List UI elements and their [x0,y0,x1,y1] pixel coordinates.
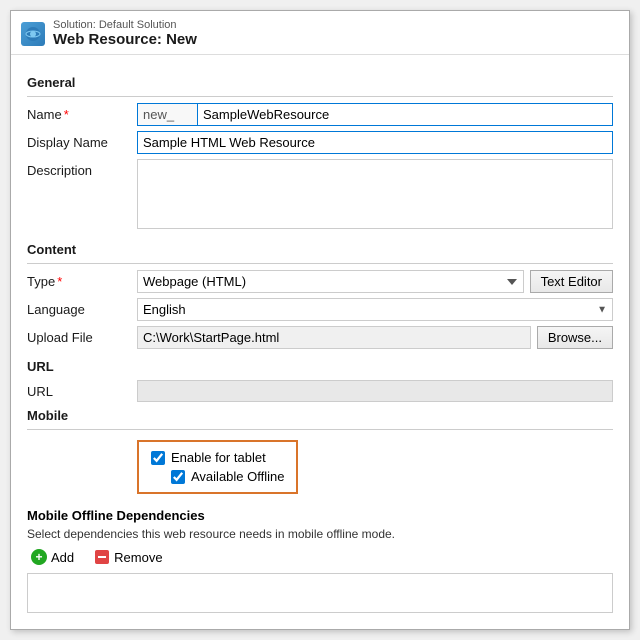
name-row: Name* [27,103,613,126]
remove-dependency-button[interactable]: Remove [90,547,166,567]
upload-file-label: Upload File [27,326,137,345]
main-window: Solution: Default Solution Web Resource:… [10,10,630,630]
url-display [137,380,613,402]
name-field-group [137,103,613,126]
available-offline-label: Available Offline [191,469,284,484]
solution-icon [21,22,45,46]
display-name-label: Display Name [27,131,137,150]
mobile-divider [27,429,613,430]
mobile-checkboxes-box: Enable for tablet Available Offline [137,440,298,494]
header-text: Solution: Default Solution Web Resource:… [53,19,197,48]
display-name-row: Display Name [27,131,613,154]
page-title: Web Resource: New [53,31,197,48]
mobile-deps-header: Mobile Offline Dependencies [27,508,613,523]
url-field [137,380,613,402]
url-row: URL [27,380,613,402]
general-section-header: General [27,75,613,90]
browse-button[interactable]: Browse... [537,326,613,349]
description-row: Description [27,159,613,232]
url-label: URL [27,380,137,399]
window-header: Solution: Default Solution Web Resource:… [11,11,629,55]
type-label: Type* [27,270,137,289]
language-field: English ▼ [137,298,613,321]
available-offline-row: Available Offline [171,469,284,484]
name-value-input[interactable] [197,103,613,126]
language-label: Language [27,298,137,317]
content-section-header: Content [27,242,613,257]
text-editor-button[interactable]: Text Editor [530,270,613,293]
type-field: Webpage (HTML) Text Editor [137,270,613,293]
type-row: Type* Webpage (HTML) Text Editor [27,270,613,293]
upload-file-row: Upload File C:\Work\StartPage.html Brows… [27,326,613,349]
description-textarea[interactable] [137,159,613,229]
enable-tablet-label: Enable for tablet [171,450,266,465]
type-select[interactable]: Webpage (HTML) [137,270,524,293]
name-prefix-input[interactable] [137,103,197,126]
enable-tablet-row: Enable for tablet [151,450,284,465]
remove-icon [94,549,110,565]
display-name-field [137,131,613,154]
add-label: Add [51,550,74,565]
mobile-section-header: Mobile [27,408,613,423]
description-label: Description [27,159,137,178]
language-row: Language English ▼ [27,298,613,321]
form-content: General Name* Display Name Description [11,55,629,629]
available-offline-checkbox[interactable] [171,470,185,484]
url-section-header: URL [27,359,613,374]
add-dependency-button[interactable]: + Add [27,547,78,567]
solution-label: Solution: Default Solution [53,19,197,31]
deps-toolbar: + Add Remove [27,547,613,567]
deps-list [27,573,613,613]
description-field [137,159,613,232]
name-label: Name* [27,103,137,122]
language-select[interactable]: English [137,298,613,321]
mobile-deps-desc: Select dependencies this web resource ne… [27,527,613,541]
display-name-input[interactable] [137,131,613,154]
add-icon: + [31,549,47,565]
upload-file-field: C:\Work\StartPage.html Browse... [137,326,613,349]
content-divider [27,263,613,264]
remove-label: Remove [114,550,162,565]
upload-path-display: C:\Work\StartPage.html [137,326,531,349]
enable-tablet-checkbox[interactable] [151,451,165,465]
general-divider [27,96,613,97]
